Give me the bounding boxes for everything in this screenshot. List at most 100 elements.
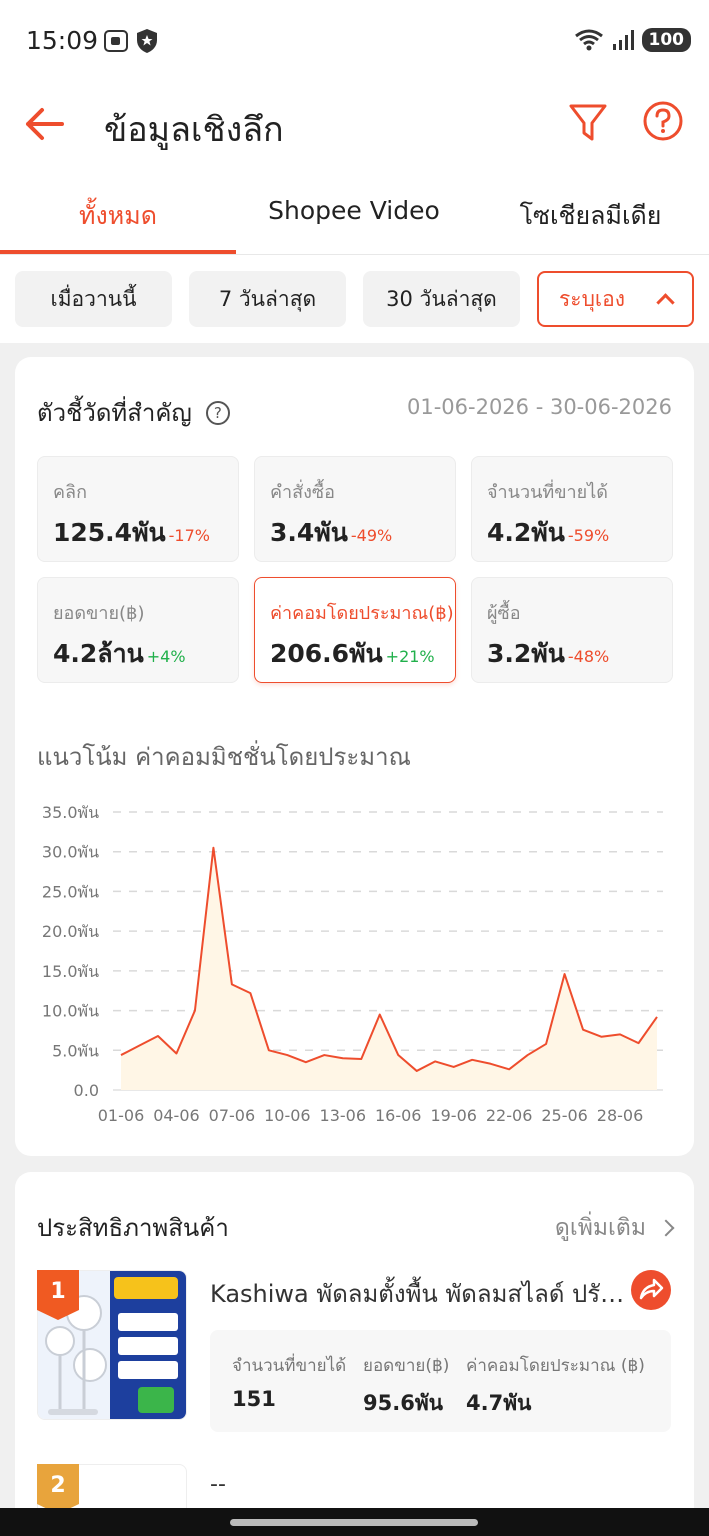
metric-label: ยอดขาย(฿)	[53, 603, 145, 624]
date-range-bar: เมื่อวานนี้ 7 วันล่าสุด 30 วันล่าสุด ระบ…	[0, 255, 709, 343]
metric-value-text: 3.4พัน	[270, 518, 348, 547]
y-tick-label: 5.0พัน	[52, 1041, 99, 1060]
y-tick-label: 15.0พัน	[42, 962, 99, 981]
stat-value: 95.6พัน	[363, 1391, 444, 1415]
metrics-date-range: 01-06-2026 - 30-06-2026	[406, 395, 672, 419]
product-stats: จำนวนที่ขายได้ ยอดขาย(฿) ค่าคอมโดยประมาณ…	[210, 1330, 671, 1432]
home-indicator-bar	[0, 1508, 709, 1536]
tab-shopee-video[interactable]: Shopee Video	[236, 196, 472, 225]
back-arrow-icon[interactable]	[22, 102, 70, 146]
metric-value: 206.6พัน +21%	[270, 634, 435, 674]
help-icon[interactable]	[642, 100, 684, 142]
x-tick-label: 01-06	[98, 1106, 145, 1125]
status-time: 15:09	[26, 26, 99, 55]
metric-delta: +4%	[146, 647, 186, 666]
range-custom-label: ระบุเอง	[559, 286, 625, 311]
stat-value: 4.7พัน	[466, 1391, 532, 1415]
chevron-right-icon	[657, 1219, 675, 1237]
see-more-label: ดูเพิ่มเติม	[554, 1215, 646, 1241]
tab-social-media[interactable]: โซเชียลมีเดีย	[472, 196, 709, 236]
y-tick-label: 10.0พัน	[42, 1002, 99, 1021]
metric-label: คำสั่งซื้อ	[270, 482, 335, 503]
metric-sales[interactable]: ยอดขาย(฿) 4.2ล้าน +4%	[37, 577, 239, 683]
y-tick-label: 35.0พัน	[42, 803, 99, 822]
metric-units-sold[interactable]: จำนวนที่ขายได้ 4.2พัน -59%	[471, 456, 673, 562]
x-tick-label: 04-06	[153, 1106, 200, 1125]
product-performance-title: ประสิทธิภาพสินค้า	[37, 1214, 229, 1242]
key-metrics-title: ตัวชี้วัดที่สำคัญ	[37, 399, 192, 427]
battery-indicator: 100	[641, 28, 691, 52]
product-name[interactable]: Kashiwa พัดลมตั้งพื้น พัดลมสไลด์ ปรับระด…	[210, 1274, 630, 1313]
metric-delta: -48%	[567, 647, 610, 666]
stat-label: จำนวนที่ขายได้	[232, 1356, 347, 1376]
chevron-up-icon	[656, 293, 675, 312]
shield-icon	[137, 29, 157, 53]
metric-value-text: 125.4พัน	[53, 518, 166, 547]
x-tick-label: 07-06	[209, 1106, 256, 1125]
share-icon	[639, 1278, 664, 1300]
question-icon[interactable]: ?	[205, 400, 230, 425]
screenshot-icon	[104, 30, 128, 52]
x-tick-label: 13-06	[320, 1106, 367, 1125]
metric-value: 4.2ล้าน +4%	[53, 634, 186, 674]
key-metrics-header: ตัวชี้วัดที่สำคัญ ?	[37, 393, 230, 432]
metric-delta: -49%	[350, 526, 393, 545]
y-tick-label: 30.0พัน	[42, 843, 99, 862]
metric-value-text: 4.2ล้าน	[53, 639, 144, 668]
metric-value-text: 4.2พัน	[487, 518, 565, 547]
rank-badge: 1	[37, 1270, 79, 1320]
x-tick-label: 22-06	[486, 1106, 533, 1125]
see-more-link[interactable]: ดูเพิ่มเติม	[554, 1210, 675, 1246]
metric-buyers[interactable]: ผู้ซื้อ 3.2พัน -48%	[471, 577, 673, 683]
x-tick-label: 25-06	[541, 1106, 588, 1125]
metric-value: 4.2พัน -59%	[487, 513, 609, 553]
tab-all[interactable]: ทั้งหมด	[0, 196, 236, 236]
stat-value: 151	[232, 1387, 276, 1411]
metric-clicks[interactable]: คลิก 125.4พัน -17%	[37, 456, 239, 562]
tab-active-indicator	[0, 250, 236, 254]
key-metrics-card: ตัวชี้วัดที่สำคัญ ? 01-06-2026 - 30-06-2…	[15, 357, 694, 1156]
stat-label: ค่าคอมโดยประมาณ (฿)	[466, 1356, 645, 1376]
trend-chart-title: แนวโน้ม ค่าคอมมิชชั่นโดยประมาณ	[37, 743, 411, 771]
range-7-days-button[interactable]: 7 วันล่าสุด	[189, 271, 346, 327]
metric-label: จำนวนที่ขายได้	[487, 482, 608, 503]
metric-value-text: 3.2พัน	[487, 639, 565, 668]
y-tick-label: 0.0	[74, 1081, 99, 1100]
y-tick-label: 20.0พัน	[42, 922, 99, 941]
metric-label: ผู้ซื้อ	[487, 603, 521, 624]
metric-value-text: 206.6พัน	[270, 639, 383, 668]
range-yesterday-button[interactable]: เมื่อวานนี้	[15, 271, 172, 327]
home-indicator[interactable]	[230, 1519, 478, 1526]
tab-bar: ทั้งหมด Shopee Video โซเชียลมีเดีย	[0, 172, 709, 255]
product-name[interactable]: --	[210, 1472, 226, 1497]
metric-est-commission[interactable]: ค่าคอมโดยประมาณ(฿) 206.6พัน +21%	[254, 577, 456, 683]
chart-area-fill	[121, 847, 657, 1090]
x-tick-label: 19-06	[430, 1106, 477, 1125]
x-tick-label: 28-06	[597, 1106, 644, 1125]
wifi-icon	[574, 29, 603, 51]
filter-icon[interactable]	[568, 101, 608, 145]
trend-chart[interactable]: 0.0 5.0พัน 10.0พัน 15.0พัน 20.0พัน 25.0พัน 30.…	[15, 777, 694, 1127]
metric-value: 3.2พัน -48%	[487, 634, 609, 674]
x-tick-label: 16-06	[375, 1106, 422, 1125]
app-header: ข้อมูลเชิงลึก	[0, 82, 709, 172]
metric-delta: -59%	[567, 526, 610, 545]
range-custom-button[interactable]: ระบุเอง	[537, 271, 694, 327]
metric-delta: -17%	[168, 526, 210, 545]
metric-value: 125.4พัน -17%	[53, 513, 210, 553]
metric-label: ค่าคอมโดยประมาณ(฿)	[270, 603, 454, 624]
range-30-days-button[interactable]: 30 วันล่าสุด	[363, 271, 520, 327]
metric-label: คลิก	[53, 482, 87, 503]
x-tick-label: 10-06	[264, 1106, 311, 1125]
share-button[interactable]	[631, 1270, 671, 1310]
status-bar: 15:09 100	[0, 0, 709, 82]
page-title: ข้อมูลเชิงลึก	[104, 110, 284, 150]
signal-icon	[612, 30, 634, 50]
rank-badge: 2	[37, 1464, 79, 1514]
y-tick-label: 25.0พัน	[42, 882, 99, 901]
metric-delta: +21%	[385, 647, 435, 666]
stat-label: ยอดขาย(฿)	[363, 1356, 450, 1376]
metric-value: 3.4พัน -49%	[270, 513, 392, 553]
product-performance-card: ประสิทธิภาพสินค้า ดูเพิ่มเติม 1 Kashiwa …	[15, 1172, 694, 1536]
metric-orders[interactable]: คำสั่งซื้อ 3.4พัน -49%	[254, 456, 456, 562]
